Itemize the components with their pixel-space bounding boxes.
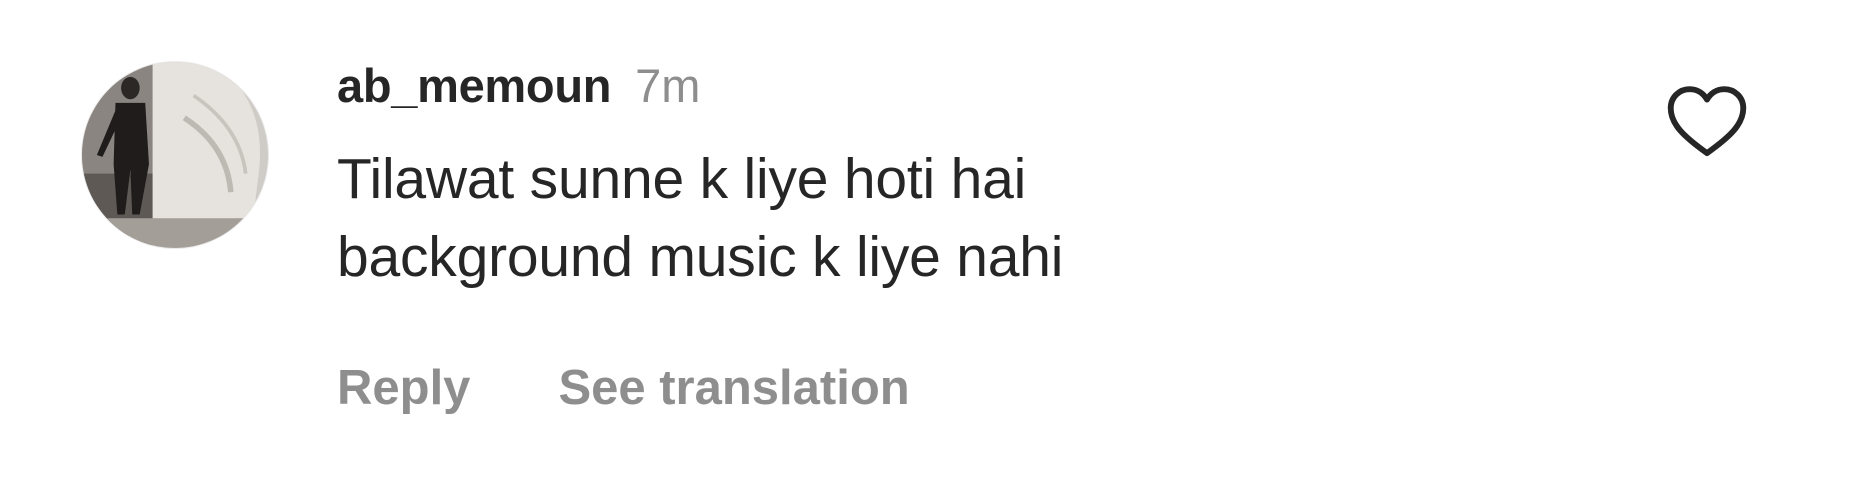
comment-text-line: Tilawat sunne k liye hoti hai — [337, 147, 1027, 211]
heart-outline-icon — [1667, 86, 1747, 157]
reply-button[interactable]: Reply — [337, 360, 470, 416]
avatar[interactable] — [82, 62, 268, 248]
comment-text-line: background music k liye nahi — [337, 225, 1064, 289]
comment-timestamp: 7m — [635, 59, 701, 112]
comment-item: ab_memoun 7m Tilawat sunne k liye hoti h… — [0, 0, 1862, 500]
comment-actions: Reply See translation — [337, 360, 910, 416]
comment-body: ab_memoun 7m Tilawat sunne k liye hoti h… — [337, 58, 1617, 296]
like-button[interactable] — [1664, 84, 1750, 160]
comment-meta: ab_memoun 7m — [337, 58, 1617, 122]
comment-text: Tilawat sunne k liye hoti hai background… — [337, 140, 1617, 296]
see-translation-button[interactable]: See translation — [558, 360, 909, 416]
avatar-photo — [82, 62, 268, 248]
username-link[interactable]: ab_memoun — [337, 58, 611, 113]
